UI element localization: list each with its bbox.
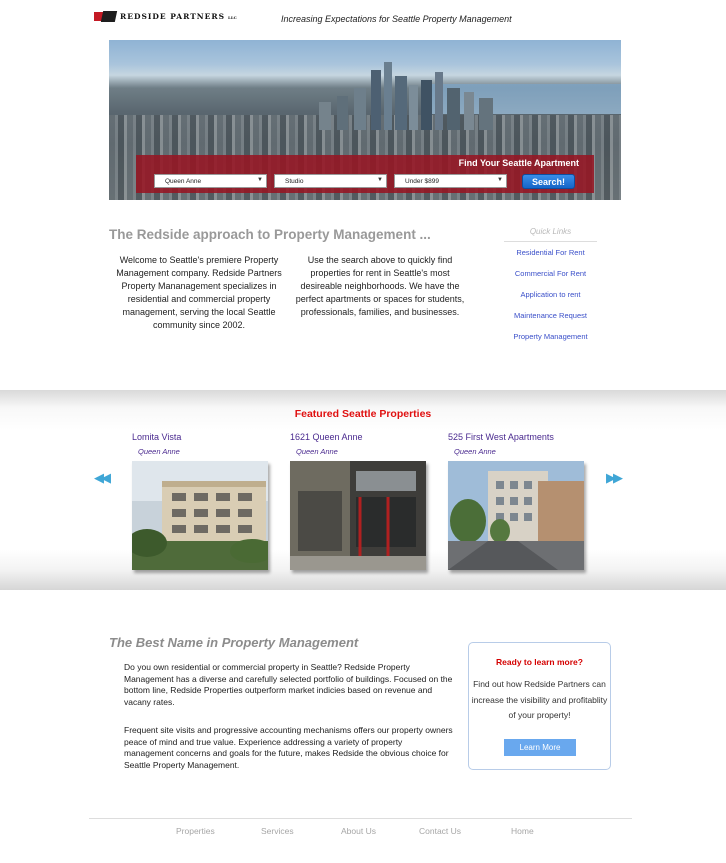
arrow-left-icon[interactable]: ◀◀ [94, 470, 111, 486]
footer-link-about[interactable]: About Us [341, 826, 376, 836]
best-paragraph-1: Do you own residential or commercial pro… [124, 662, 453, 707]
arrow-right-icon[interactable]: ▶▶ [606, 470, 623, 486]
property-name[interactable]: 1621 Queen Anne [290, 432, 426, 442]
footer-link-contact[interactable]: Contact Us [419, 826, 461, 836]
property-name[interactable]: 525 First West Apartments [448, 432, 584, 442]
property-card[interactable]: 525 First West Apartments Queen Anne [448, 432, 584, 570]
best-name-title: The Best Name in Property Management [109, 635, 359, 650]
property-name[interactable]: Lomita Vista [132, 432, 268, 442]
property-photo[interactable] [290, 461, 426, 570]
search-help-text: Use the search above to quickly find pro… [295, 255, 465, 317]
cta-title: Ready to learn more? [496, 657, 583, 667]
quick-links: Quick Links Residential For Rent Commerc… [504, 227, 597, 353]
logo-suffix: LLC [228, 15, 237, 20]
quick-link-application[interactable]: Application to rent [504, 290, 597, 311]
tagline: Increasing Expectations for Seattle Prop… [281, 14, 512, 24]
quick-link-maintenance[interactable]: Maintenance Request [504, 311, 597, 332]
footer-divider [89, 818, 632, 819]
dropdown-caret-icon: ▼ [497, 177, 503, 183]
search-title: Find Your Seattle Apartment [458, 158, 579, 168]
search-button[interactable]: Search! [522, 174, 575, 189]
footer-link-properties[interactable]: Properties [176, 826, 215, 836]
property-photo[interactable] [132, 461, 268, 570]
learn-more-button[interactable]: Learn More [504, 739, 576, 756]
neighborhood-select[interactable]: Queen Anne ▼ [154, 174, 267, 188]
property-area: Queen Anne [296, 447, 338, 456]
quick-link-property-management[interactable]: Property Management [504, 332, 597, 353]
property-card[interactable]: Lomita Vista Queen Anne [132, 432, 268, 570]
quick-link-residential[interactable]: Residential For Rent [504, 248, 597, 269]
cta-text: Find out how Redside Partners can increa… [471, 679, 608, 720]
type-select[interactable]: Studio ▼ [274, 174, 387, 188]
property-area: Queen Anne [454, 447, 496, 456]
property-card[interactable]: 1621 Queen Anne Queen Anne [290, 432, 426, 570]
footer-link-services[interactable]: Services [261, 826, 294, 836]
footer-link-home[interactable]: Home [511, 826, 534, 836]
property-area: Queen Anne [138, 447, 180, 456]
logo-mark [94, 11, 118, 22]
search-panel: Find Your Seattle Apartment Queen Anne ▼ … [136, 155, 594, 193]
best-paragraph-2: Frequent site visits and progressive acc… [124, 725, 453, 770]
dropdown-caret-icon: ▼ [257, 177, 263, 183]
logo[interactable]: REDSIDE PARTNERS LLC [94, 11, 237, 22]
quick-link-commercial[interactable]: Commercial For Rent [504, 269, 597, 290]
featured-title: Featured Seattle Properties [294, 408, 432, 420]
approach-title: The Redside approach to Property Managem… [109, 227, 431, 242]
welcome-text: Welcome to Seattle's premiere Property M… [116, 255, 282, 330]
quick-links-title: Quick Links [504, 227, 597, 242]
logo-text: REDSIDE PARTNERS LLC [120, 12, 237, 21]
dropdown-caret-icon: ▼ [377, 177, 383, 183]
cta-box: Ready to learn more? Find out how Redsid… [468, 642, 611, 770]
property-photo[interactable] [448, 461, 584, 570]
price-select[interactable]: Under $899 ▼ [394, 174, 507, 188]
